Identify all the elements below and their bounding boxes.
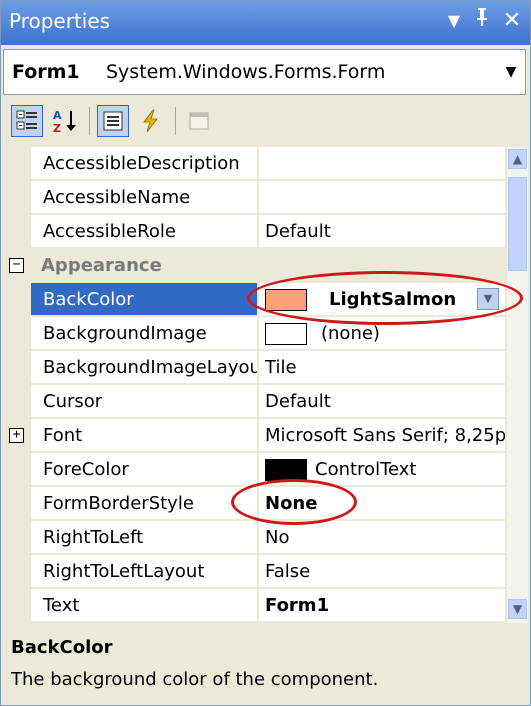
property-row[interactable]: BackgroundImageLayout Tile (3, 351, 505, 385)
categorized-icon (16, 110, 37, 130)
svg-text:A: A (53, 109, 62, 122)
property-name: Text (31, 589, 258, 622)
property-value[interactable]: Microsoft Sans Serif; 8,25pt (259, 419, 505, 452)
property-row[interactable]: RightToLeft No (3, 521, 505, 555)
chevron-down-icon[interactable]: ▼ (501, 58, 521, 86)
toolbar-separator (175, 107, 176, 135)
property-value[interactable]: Default (259, 215, 505, 248)
properties-button[interactable] (97, 105, 129, 137)
alphabetical-icon: A Z (53, 109, 76, 135)
scroll-up-icon[interactable]: ▲ (508, 149, 527, 169)
scroll-thumb[interactable] (508, 177, 527, 271)
property-name: AccessibleName (31, 181, 258, 214)
vertical-scrollbar[interactable]: ▲ ▼ (507, 147, 528, 623)
toolbar: A Z (3, 99, 528, 143)
scroll-down-icon[interactable]: ▼ (508, 599, 527, 619)
property-pages-icon (189, 112, 209, 130)
property-name: RightToLeftLayout (31, 555, 258, 588)
property-value[interactable]: Tile (259, 351, 505, 384)
annotation-ellipse (247, 271, 523, 325)
pin-icon[interactable] (469, 7, 495, 35)
property-value-text: ControlText (315, 459, 417, 480)
expand-icon[interactable]: + (9, 428, 24, 443)
description-title: BackColor (11, 637, 113, 658)
property-value[interactable]: No (259, 521, 505, 554)
categorized-button[interactable] (11, 105, 43, 137)
property-row[interactable]: + Font Microsoft Sans Serif; 8,25pt (3, 419, 505, 453)
properties-window: Properties ▼ ✕ Form1 System.Windows.Form… (0, 0, 531, 706)
property-pages-button[interactable] (183, 105, 215, 137)
events-icon (143, 109, 158, 133)
title-bar: Properties ▼ ✕ (1, 1, 530, 45)
property-value[interactable]: Form1 (259, 589, 505, 622)
property-row[interactable]: ForeColor ControlText (3, 453, 505, 487)
property-value[interactable] (259, 181, 505, 214)
property-name: BackgroundImage (31, 317, 258, 350)
description-panel: BackColor The background color of the co… (3, 625, 528, 705)
color-swatch (265, 459, 307, 481)
window-title: Properties (9, 9, 111, 33)
property-row[interactable]: AccessibleRole Default (3, 215, 505, 249)
svg-text:Z: Z (53, 122, 61, 135)
property-name: BackgroundImageLayout (31, 351, 258, 384)
events-button[interactable] (135, 105, 167, 137)
description-text: The background color of the component. (11, 669, 379, 690)
object-type: System.Windows.Forms.Form (106, 61, 386, 83)
property-value[interactable]: Default (259, 385, 505, 418)
property-name: Font (31, 419, 258, 452)
property-name: Cursor (31, 385, 258, 418)
collapse-icon[interactable]: − (9, 258, 24, 273)
property-value-text: (none) (321, 323, 380, 344)
property-name: FormBorderStyle (31, 487, 258, 520)
property-value[interactable] (259, 147, 505, 180)
property-name: AccessibleRole (31, 215, 258, 248)
property-name: BackColor (31, 283, 258, 316)
properties-icon (103, 111, 123, 131)
property-row[interactable]: AccessibleDescription (3, 147, 505, 181)
close-icon[interactable]: ✕ (499, 7, 525, 35)
property-row[interactable]: RightToLeftLayout False (3, 555, 505, 589)
property-name: RightToLeft (31, 521, 258, 554)
toolbar-separator (89, 107, 90, 135)
property-name: AccessibleDescription (31, 147, 258, 180)
property-name: ForeColor (31, 453, 258, 486)
dropdown-arrow-icon[interactable]: ▼ (441, 7, 467, 35)
property-grid: AccessibleDescription AccessibleName Acc… (3, 147, 528, 623)
property-row[interactable]: Text Form1 (3, 589, 505, 623)
property-row[interactable]: Cursor Default (3, 385, 505, 419)
property-value[interactable]: False (259, 555, 505, 588)
object-selector[interactable]: Form1 System.Windows.Forms.Form ▼ (3, 49, 526, 95)
property-row[interactable]: AccessibleName (3, 181, 505, 215)
object-name: Form1 (12, 61, 80, 83)
image-swatch (265, 323, 307, 345)
alphabetical-button[interactable]: A Z (49, 105, 81, 137)
annotation-ellipse (231, 479, 357, 525)
